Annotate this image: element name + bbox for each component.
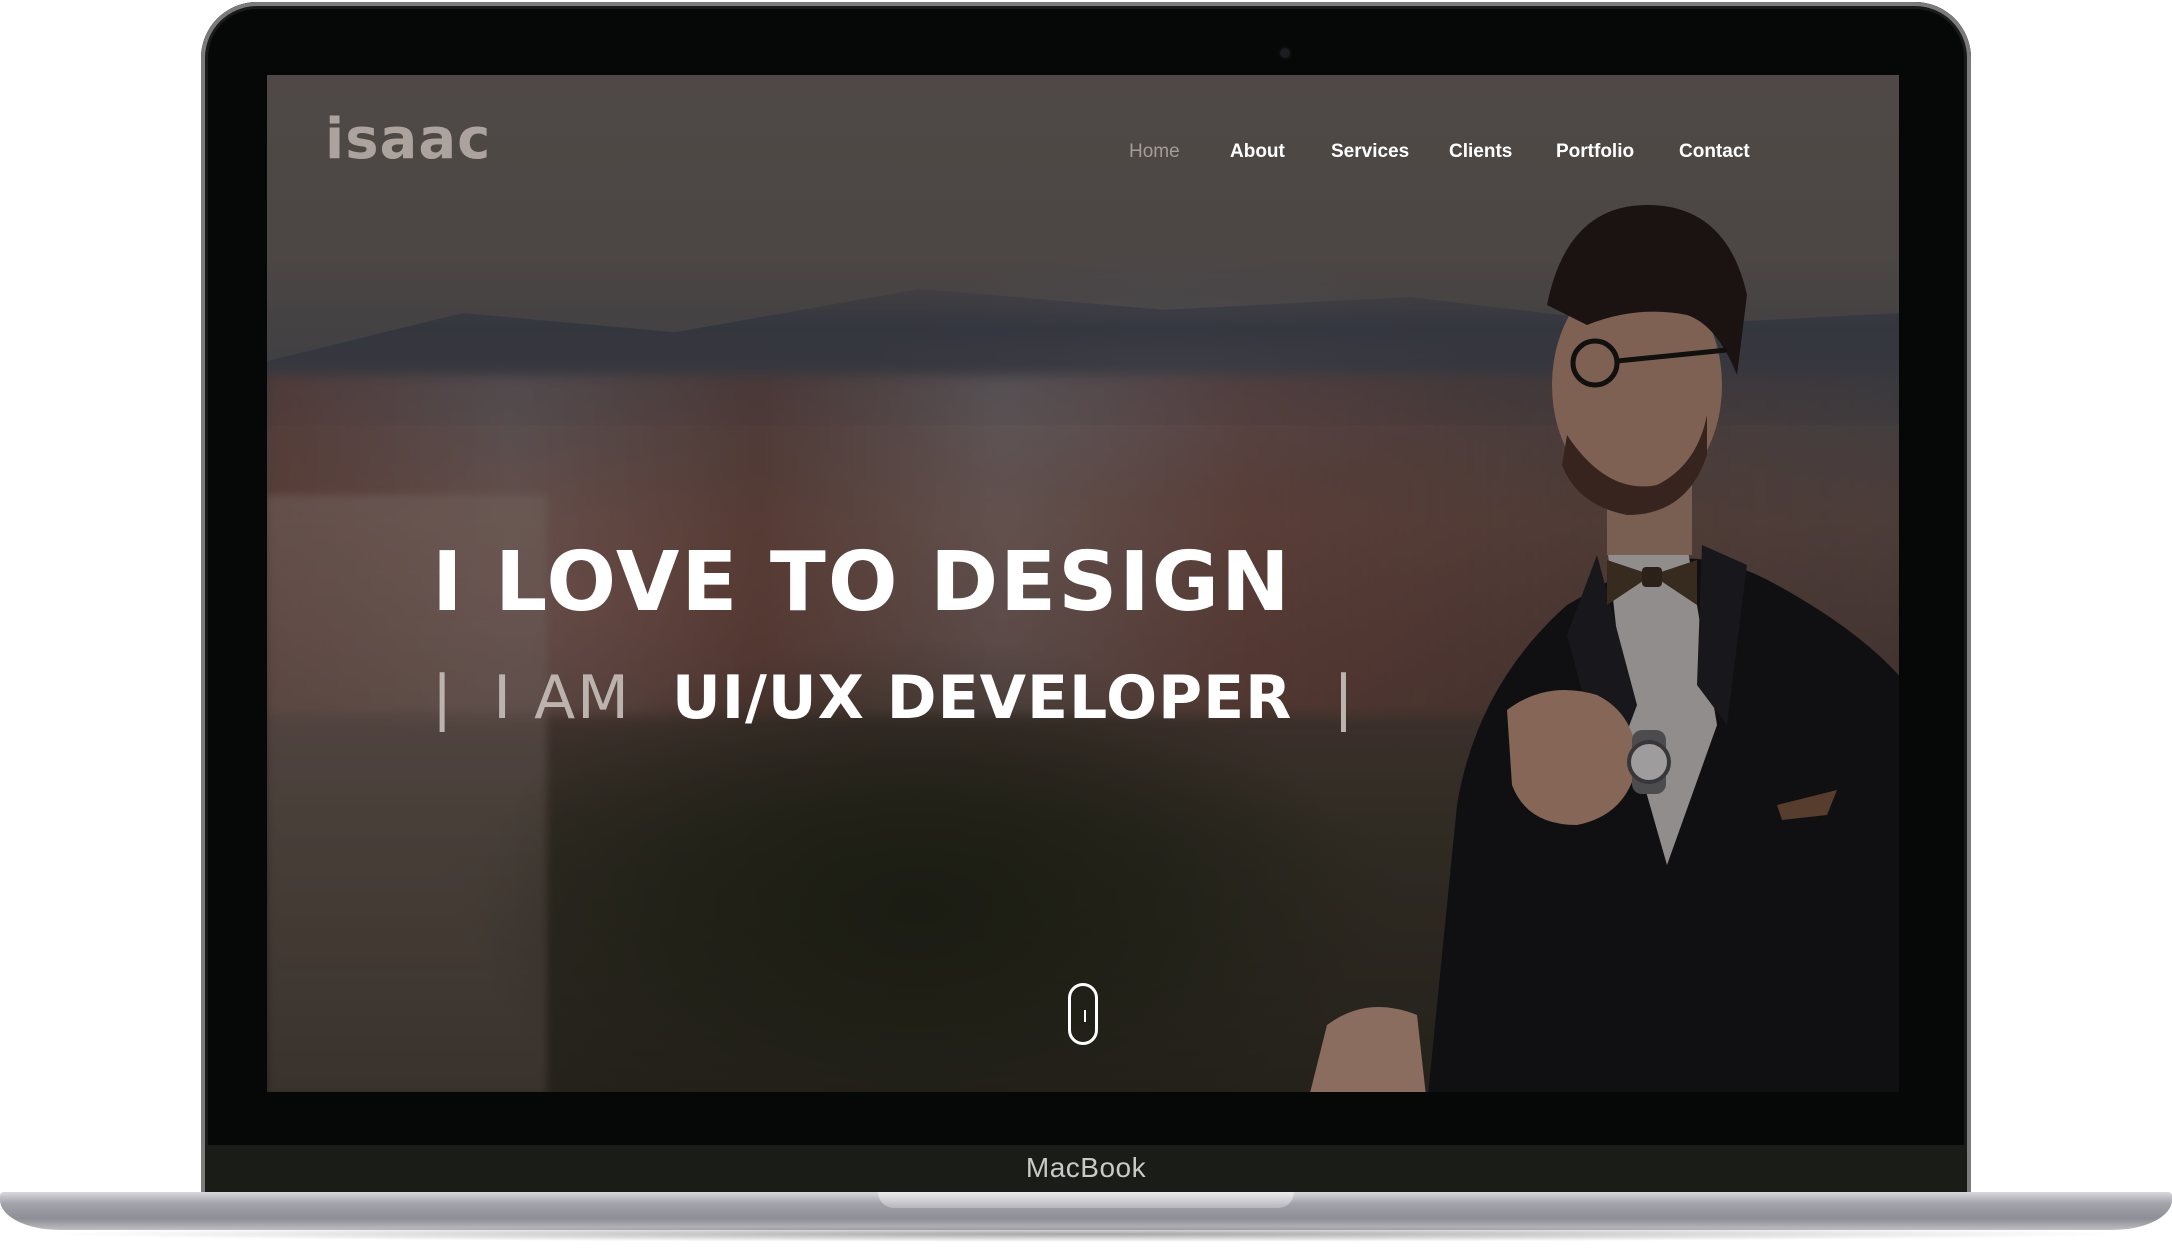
nav-services[interactable]: Services (1331, 141, 1409, 163)
nav-clients[interactable]: Clients (1449, 141, 1512, 163)
hero-sub-prefix: I AM (493, 663, 631, 733)
nav-portfolio[interactable]: Portfolio (1556, 141, 1634, 163)
hero-subtitle: | I AM UI/UX DEVELOPER | (432, 663, 1354, 733)
hero-title: I LOVE TO DESIGN (432, 535, 1292, 630)
mouse-scroll-icon[interactable] (1068, 983, 1098, 1045)
camera-icon (1280, 48, 1290, 58)
leading-bar: | (432, 663, 453, 733)
hero-sub-role: UI/UX DEVELOPER (671, 663, 1293, 733)
macbook-base-notch (878, 1192, 1294, 1208)
website-screen: isaac Home About Services Clients Portfo… (267, 75, 1899, 1092)
macbook-shadow (40, 1226, 2132, 1242)
nav-about[interactable]: About (1230, 141, 1285, 163)
nav-contact[interactable]: Contact (1679, 141, 1750, 163)
typing-cursor: | (1333, 663, 1354, 733)
main-nav: Home About Services Clients Portfolio Co… (267, 141, 1899, 171)
macbook-label: MacBook (1025, 1152, 1147, 1183)
scroll-wheel-icon (1084, 1010, 1086, 1022)
nav-home[interactable]: Home (1129, 141, 1180, 163)
